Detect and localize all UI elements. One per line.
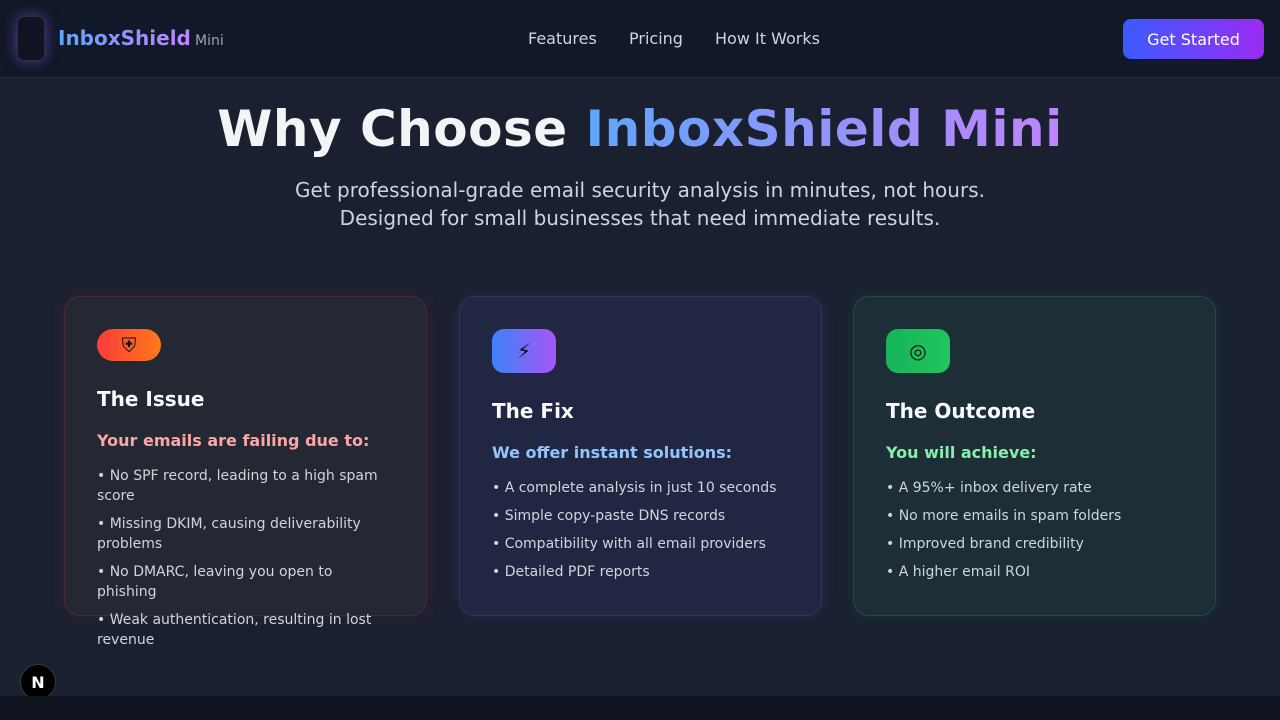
card-outcome-title: The Outcome — [886, 399, 1036, 423]
brand-suffix: Mini — [195, 33, 224, 49]
hero-title-plain: Why Choose — [217, 100, 586, 158]
get-started-button[interactable]: Get Started — [1123, 19, 1264, 59]
target-icon: ◎ — [886, 329, 950, 373]
footer-strip — [0, 696, 1280, 720]
lightning-icon: ⚡ — [492, 329, 556, 373]
hero-title: Why Choose InboxShield Mini — [0, 100, 1280, 158]
list-item: • Weak authentication, resulting in lost… — [97, 612, 372, 648]
list-item: • A complete analysis in just 10 seconds — [492, 480, 777, 496]
card-outcome: ◎ The Outcome You will achieve: • A 95%+… — [853, 296, 1216, 616]
nav-link-pricing[interactable]: Pricing — [629, 29, 683, 48]
hero-subtitle-line-1: Get professional-grade email security an… — [295, 178, 985, 202]
list-item: • No SPF record, leading to a high spam … — [97, 468, 378, 504]
card-issue: ⛨ The Issue Your emails are failing due … — [64, 296, 427, 648]
navbar: InboxShield Mini Features Pricing How It… — [0, 0, 1280, 78]
card-outcome-list: • A 95%+ inbox delivery rate • No more e… — [886, 478, 1183, 582]
nav-link-features[interactable]: Features — [528, 29, 597, 48]
list-item: • No more emails in spam folders — [886, 508, 1122, 524]
card-outcome-lead: You will achieve: — [886, 443, 1037, 462]
nav-link-how-it-works[interactable]: How It Works — [715, 29, 820, 48]
list-item: • Detailed PDF reports — [492, 564, 650, 580]
brand-name[interactable]: InboxShield — [58, 26, 191, 50]
card-fix-title: The Fix — [492, 399, 574, 423]
card-issue-title: The Issue — [97, 387, 205, 411]
card-issue-list: • No SPF record, leading to a high spam … — [97, 466, 394, 650]
logo-icon[interactable] — [17, 16, 45, 61]
shield-alert-icon: ⛨ — [97, 329, 161, 361]
list-item: • No DMARC, leaving you open to phishing — [97, 564, 333, 600]
list-item: • A higher email ROI — [886, 564, 1031, 580]
next-logo-icon[interactable]: N — [20, 664, 56, 700]
list-item: • Missing DKIM, causing deliverability p… — [97, 516, 361, 552]
hero-title-highlight: InboxShield Mini — [585, 100, 1063, 158]
card-fix-list: • A complete analysis in just 10 seconds… — [492, 478, 789, 582]
card-fix-lead: We offer instant solutions: — [492, 443, 733, 462]
list-item: • Improved brand credibility — [886, 536, 1084, 552]
hero-subtitle-line-2: Designed for small businesses that need … — [339, 206, 941, 230]
list-item: • Simple copy-paste DNS records — [492, 508, 726, 524]
card-fix: ⚡ The Fix We offer instant solutions: • … — [459, 296, 822, 616]
list-item: • Compatibility with all email providers — [492, 536, 766, 552]
card-issue-lead: Your emails are failing due to: — [97, 431, 370, 450]
list-item: • A 95%+ inbox delivery rate — [886, 480, 1092, 496]
